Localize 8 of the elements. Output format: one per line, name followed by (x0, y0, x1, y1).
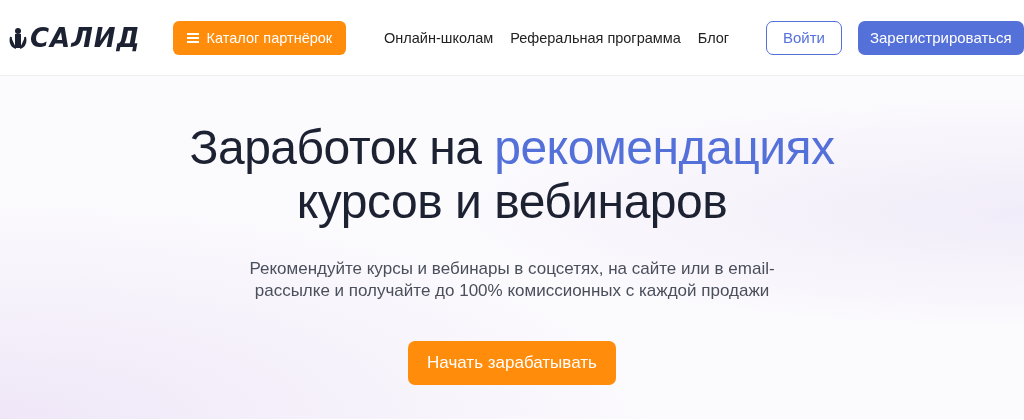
nav-link[interactable]: Реферальная программа (510, 29, 681, 46)
register-button[interactable]: Зарегистрироваться (857, 20, 1024, 55)
hero-heading: Заработок на рекомендациях курсов и вебинаров (188, 121, 836, 229)
hero-description: Рекомендуйте курсы и вебинары в соцсетях, на сайте или в email-рассылке и получайте до 100% комиссионных с каждой продажи (248, 258, 776, 302)
nav-link[interactable]: Онлайн-школам (384, 29, 494, 46)
nav-link[interactable]: Блог (697, 29, 730, 46)
logo-text[interactable]: САЛИД (30, 22, 141, 53)
login-button[interactable]: Войти (766, 20, 842, 55)
